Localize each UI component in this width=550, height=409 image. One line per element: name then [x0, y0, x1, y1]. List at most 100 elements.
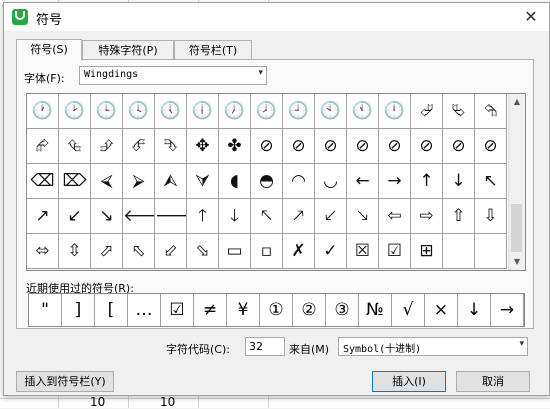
symbol-cell[interactable]: ⊘ — [411, 129, 443, 164]
symbol-cell[interactable]: ▭ — [219, 234, 251, 269]
symbol-cell[interactable]: ◠ — [283, 164, 315, 199]
recent-symbol-cell[interactable]: √ — [392, 294, 425, 326]
symbol-cell[interactable]: ⮛ — [187, 164, 219, 199]
symbol-cell[interactable]: 🡐 — [123, 199, 155, 234]
symbol-cell[interactable]: ⇧ — [443, 199, 475, 234]
symbol-cell[interactable]: ✥ — [187, 129, 219, 164]
symbol-cell[interactable]: ⊘ — [347, 129, 379, 164]
symbol-cell[interactable]: ⊘ — [475, 129, 507, 164]
scroll-up-icon[interactable]: ▲ — [509, 94, 525, 110]
symbol-cell[interactable]: ⊘ — [379, 129, 411, 164]
symbol-cell[interactable]: ⮶ — [123, 129, 155, 164]
symbol-cell[interactable]: ⊘ — [443, 129, 475, 164]
symbol-cell[interactable]: ✓ — [315, 234, 347, 269]
symbol-cell[interactable]: ⮙ — [155, 164, 187, 199]
symbol-cell[interactable]: ⮳ — [27, 129, 59, 164]
symbol-cell[interactable]: ✤ — [219, 129, 251, 164]
symbol-cell[interactable]: 🕖 — [219, 94, 251, 129]
symbol-cell[interactable]: ⌦ — [59, 164, 91, 199]
symbol-cell[interactable]: 🕔 — [155, 94, 187, 129]
symbol-cell[interactable]: ↓ — [443, 164, 475, 199]
recent-symbol-cell[interactable]: " — [29, 294, 62, 326]
tab-special-chars[interactable]: 特殊字符(P) — [82, 40, 174, 59]
from-dropdown[interactable]: Symbol(十进制) ▾ — [338, 337, 528, 356]
symbol-cell[interactable]: 🡔 — [251, 199, 283, 234]
recent-symbol-cell[interactable]: № — [359, 294, 392, 326]
symbol-cell[interactable]: ⬃ — [155, 234, 187, 269]
recent-symbol-cell[interactable]: → — [491, 294, 524, 326]
insert-to-bar-button[interactable]: 插入到符号栏(Y) — [16, 371, 114, 392]
symbol-cell[interactable]: ⇨ — [411, 199, 443, 234]
symbol-cell[interactable]: ◓ — [251, 164, 283, 199]
symbol-cell[interactable]: ⮵ — [91, 129, 123, 164]
symbol-cell[interactable]: ⮴ — [59, 129, 91, 164]
symbol-cell[interactable]: ☒ — [347, 234, 379, 269]
symbol-cell[interactable]: 🡓 — [219, 199, 251, 234]
insert-button[interactable]: 插入(I) — [372, 371, 446, 392]
symbol-cell[interactable]: ↙ — [59, 199, 91, 234]
font-dropdown[interactable]: Wingdings ▾ — [79, 66, 267, 85]
scroll-thumb[interactable] — [511, 204, 522, 252]
symbol-cell[interactable]: ⇳ — [59, 234, 91, 269]
symbol-cell[interactable]: ⮷ — [155, 129, 187, 164]
symbol-cell[interactable]: ↖ — [475, 164, 507, 199]
symbol-cell[interactable]: → — [379, 164, 411, 199]
symbol-cell[interactable]: 🕘 — [283, 94, 315, 129]
symbol-cell[interactable]: ▫ — [251, 234, 283, 269]
symbol-cell[interactable] — [475, 234, 507, 269]
symbol-cell[interactable]: 🕓 — [123, 94, 155, 129]
symbol-cell[interactable]: ◖ — [219, 164, 251, 199]
symbol-cell[interactable]: ← — [347, 164, 379, 199]
symbol-cell[interactable]: ⊘ — [251, 129, 283, 164]
symbol-cell[interactable]: 🕛 — [379, 94, 411, 129]
symbol-cell[interactable]: ↑ — [411, 164, 443, 199]
symbol-cell[interactable]: 🡑 — [187, 199, 219, 234]
recent-symbol-cell[interactable]: ↓ — [458, 294, 491, 326]
symbol-cell[interactable]: ↘ — [91, 199, 123, 234]
scroll-down-icon[interactable]: ▼ — [509, 254, 525, 270]
symbol-cell[interactable]: 🡕 — [283, 199, 315, 234]
symbol-cell[interactable]: ⮚ — [123, 164, 155, 199]
symbol-cell[interactable]: 🕐 — [27, 94, 59, 129]
cancel-button[interactable]: 取消 — [456, 371, 530, 392]
char-code-input[interactable]: 32 — [245, 337, 285, 356]
symbol-cell[interactable]: 🕗 — [251, 94, 283, 129]
symbol-cell[interactable]: 🡗 — [315, 199, 347, 234]
recent-symbol-cell[interactable]: ≠ — [194, 294, 227, 326]
symbol-cell[interactable]: ⊞ — [411, 234, 443, 269]
symbol-cell[interactable]: 🕑 — [59, 94, 91, 129]
symbol-cell[interactable]: 🡒 — [155, 199, 187, 234]
recent-symbol-cell[interactable]: ¥ — [227, 294, 260, 326]
recent-symbol-cell[interactable]: [ — [95, 294, 128, 326]
symbol-cell[interactable]: ⇩ — [475, 199, 507, 234]
symbol-cell[interactable]: ⊘ — [283, 129, 315, 164]
symbol-cell[interactable]: ⊘ — [315, 129, 347, 164]
symbol-cell[interactable]: 🕙 — [315, 94, 347, 129]
recent-symbol-cell[interactable]: × — [425, 294, 458, 326]
symbol-cell[interactable]: ◡ — [315, 164, 347, 199]
symbol-cell[interactable]: ⇦ — [379, 199, 411, 234]
symbol-cell[interactable]: 🕕 — [187, 94, 219, 129]
recent-symbol-cell[interactable]: ② — [293, 294, 326, 326]
symbol-cell[interactable]: ⮘ — [91, 164, 123, 199]
tab-symbols[interactable]: 符号(S) — [16, 39, 82, 60]
symbol-cell[interactable]: 🕒 — [91, 94, 123, 129]
symbol-cell[interactable]: 🡖 — [347, 199, 379, 234]
symbol-cell[interactable] — [443, 234, 475, 269]
recent-symbol-cell[interactable]: ☑ — [161, 294, 194, 326]
symbol-cell[interactable]: ⮱ — [443, 94, 475, 129]
symbol-cell[interactable]: ⬁ — [123, 234, 155, 269]
symbol-cell[interactable]: ↗ — [27, 199, 59, 234]
recent-symbol-cell[interactable]: … — [128, 294, 161, 326]
tab-symbol-bar[interactable]: 符号栏(T) — [174, 40, 252, 59]
close-icon[interactable]: ✕ — [519, 6, 543, 28]
symbol-cell[interactable]: ✗ — [283, 234, 315, 269]
symbol-cell[interactable]: ⌫ — [27, 164, 59, 199]
symbol-cell[interactable]: 🕚 — [347, 94, 379, 129]
symbol-cell[interactable]: ⮲ — [475, 94, 507, 129]
symbol-cell[interactable]: ⬄ — [27, 234, 59, 269]
symbol-cell[interactable]: ⬂ — [187, 234, 219, 269]
recent-symbol-cell[interactable]: ③ — [326, 294, 359, 326]
symbol-cell[interactable]: ⬀ — [91, 234, 123, 269]
recent-symbol-cell[interactable]: ① — [260, 294, 293, 326]
